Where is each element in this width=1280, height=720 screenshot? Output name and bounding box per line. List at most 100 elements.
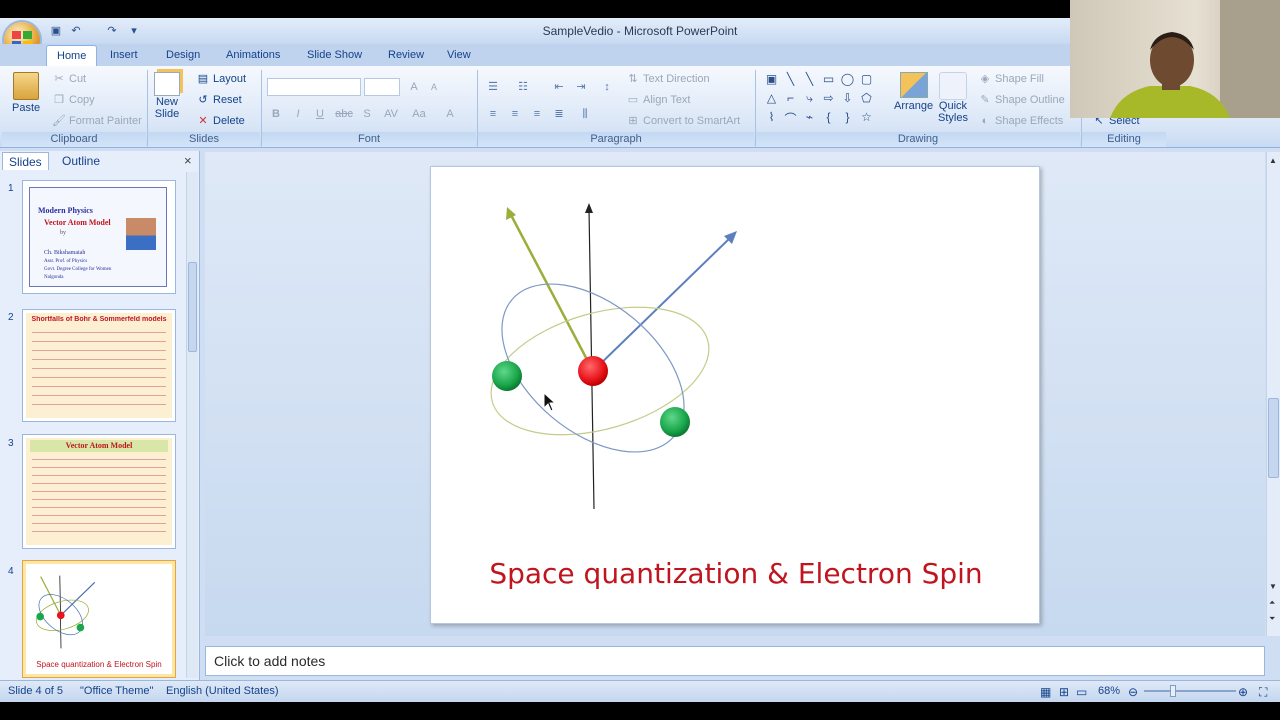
pentagon-icon[interactable]: ⬠ (857, 91, 876, 110)
oval-icon[interactable]: ◯ (838, 72, 857, 91)
vertical-scrollbar[interactable]: ▲ ▼ ⏶ ⏷ (1266, 152, 1280, 636)
cut-button[interactable]: ✂ Cut (52, 72, 86, 86)
zoom-level[interactable]: 68% (1098, 685, 1120, 697)
align-center-icon[interactable]: ≡ (506, 105, 524, 123)
align-text-button[interactable]: ▭ Align Text (626, 93, 691, 107)
scroll-thumb[interactable] (188, 262, 197, 352)
right-arrow-icon[interactable]: ⇨ (819, 91, 838, 110)
electron-left[interactable] (492, 361, 522, 391)
freeform-icon[interactable]: ⌁ (800, 110, 819, 129)
next-slide-icon[interactable]: ⏷ (1269, 614, 1275, 624)
columns-icon[interactable]: ⫼ (576, 105, 594, 123)
shape-outline-button[interactable]: ✎ Shape Outline (978, 93, 1064, 107)
slide-thumbnail-2[interactable]: Shortfalls of Bohr & Sommerfeld models (22, 309, 176, 422)
panel-scrollbar[interactable] (186, 172, 198, 678)
slide-canvas[interactable]: Space quantization & Electron Spin (430, 166, 1040, 624)
quick-styles-button[interactable]: Quick Styles (938, 72, 968, 124)
slide-thumbnail-1[interactable]: Modern Physics Vector Atom Model by Ch. … (22, 180, 176, 294)
tab-insert[interactable]: Insert (100, 45, 148, 66)
theme-name[interactable]: "Office Theme" (80, 685, 153, 697)
shapes-gallery[interactable]: ▣ ╲ ╲ ▭ ◯ ▢ △ ⌐ ⤷ ⇨ ⇩ ⬠ ⌇ ⌒ ⌁{} ☆ (762, 72, 882, 128)
zoom-slider[interactable] (1144, 690, 1236, 692)
clear-format-button[interactable] (450, 78, 468, 96)
arrange-button[interactable]: Arrange (894, 72, 933, 112)
font-size-combo[interactable] (364, 78, 400, 96)
notes-pane[interactable]: Click to add notes (205, 646, 1265, 676)
italic-button[interactable]: I (289, 105, 307, 123)
arc-icon[interactable]: ⌒ (781, 110, 800, 129)
star-icon[interactable]: ☆ (857, 110, 876, 129)
font-name-combo[interactable] (267, 78, 361, 96)
brace-icon[interactable]: { (819, 110, 838, 129)
copy-button[interactable]: ❐ Copy (52, 93, 95, 107)
tab-slides[interactable]: Slides (2, 152, 49, 170)
triangle-icon[interactable]: △ (762, 91, 781, 110)
delete-slide-button[interactable]: ✕ Delete (196, 114, 244, 128)
previous-slide-icon[interactable]: ⏶ (1269, 598, 1275, 608)
grow-font-button[interactable]: A (405, 78, 423, 96)
line-icon[interactable]: ╲ (781, 72, 800, 91)
shrink-font-button[interactable]: A (425, 78, 443, 96)
shadow-button[interactable]: S (358, 105, 376, 123)
textbox-icon[interactable]: ▣ (762, 72, 781, 91)
spin-vector[interactable] (592, 231, 737, 372)
curve-icon[interactable]: ⌇ (762, 110, 781, 129)
line-icon[interactable]: ╲ (800, 72, 819, 91)
zoom-out-icon[interactable]: ⊖ (1128, 685, 1138, 699)
slide-thumbnail-4[interactable]: Space quantization & Electron Spin (22, 560, 176, 678)
tab-home[interactable]: Home (46, 45, 98, 66)
scroll-thumb[interactable] (1268, 398, 1279, 478)
language-indicator[interactable]: English (United States) (166, 685, 279, 697)
slideshow-view-icon[interactable]: ▭ (1076, 685, 1087, 699)
thumb-title: Shortfalls of Bohr & Sommerfeld models (31, 316, 167, 323)
close-panel-icon[interactable]: × (184, 153, 192, 168)
justify-icon[interactable]: ≣ (550, 105, 568, 123)
notes-placeholder[interactable]: Click to add notes (214, 653, 325, 669)
align-right-icon[interactable]: ≡ (528, 105, 546, 123)
numbering-icon[interactable]: ☷ (514, 78, 532, 96)
zoom-slider-thumb[interactable] (1170, 685, 1176, 697)
tab-review[interactable]: Review (378, 45, 434, 66)
scroll-up-icon[interactable]: ▲ (1269, 156, 1277, 165)
rounded-rectangle-icon[interactable]: ▢ (857, 72, 876, 91)
slide-title[interactable]: Space quantization & Electron Spin (431, 557, 1041, 590)
tab-design[interactable]: Design (156, 45, 210, 66)
scroll-down-icon[interactable]: ▼ (1269, 582, 1277, 591)
brace-icon[interactable]: } (838, 110, 857, 129)
char-spacing-button[interactable]: AV (380, 105, 402, 123)
underline-button[interactable]: U (311, 105, 329, 123)
zoom-in-icon[interactable]: ⊕ (1238, 685, 1248, 699)
strikethrough-button[interactable]: abc (333, 105, 355, 123)
increase-indent-icon[interactable]: ⇥ (572, 78, 590, 96)
layout-button[interactable]: ▤ Layout (196, 72, 246, 86)
align-left-icon[interactable]: ≡ (484, 105, 502, 123)
tab-animations[interactable]: Animations (216, 45, 290, 66)
normal-view-icon[interactable]: ▦ (1040, 685, 1051, 699)
fit-to-window-icon[interactable]: ⛶ (1259, 685, 1267, 700)
nucleus[interactable] (578, 356, 608, 386)
connector-icon[interactable]: ⤷ (800, 91, 819, 110)
slide-sorter-icon[interactable]: ⊞ (1059, 685, 1069, 699)
convert-smartart-button[interactable]: ⊞ Convert to SmartArt (626, 114, 740, 128)
electron-right[interactable] (660, 407, 690, 437)
reset-button[interactable]: ↺ Reset (196, 93, 241, 107)
new-slide-button[interactable]: New Slide (154, 72, 180, 120)
tab-slide-show[interactable]: Slide Show (297, 45, 372, 66)
shape-fill-button[interactable]: ◈ Shape Fill (978, 72, 1044, 86)
paste-button[interactable]: Paste (12, 72, 40, 114)
elbow-connector-icon[interactable]: ⌐ (781, 91, 800, 110)
text-direction-button[interactable]: ⇅ Text Direction (626, 72, 709, 86)
font-color-button[interactable]: A (441, 105, 459, 123)
format-painter-button[interactable]: 🖌 Format Painter (52, 114, 142, 128)
bold-button[interactable]: B (267, 105, 285, 123)
bullets-icon[interactable]: ☰ (484, 78, 502, 96)
down-arrow-icon[interactable]: ⇩ (838, 91, 857, 110)
tab-view[interactable]: View (437, 45, 481, 66)
tab-outline[interactable]: Outline (56, 152, 106, 170)
decrease-indent-icon[interactable]: ⇤ (550, 78, 568, 96)
slide-thumbnail-3[interactable]: Vector Atom Model (22, 434, 176, 549)
line-spacing-icon[interactable]: ↕ (598, 78, 616, 96)
change-case-button[interactable]: Aa (408, 105, 430, 123)
shape-effects-button[interactable]: ◐ Shape Effects (978, 114, 1064, 128)
rectangle-icon[interactable]: ▭ (819, 72, 838, 91)
